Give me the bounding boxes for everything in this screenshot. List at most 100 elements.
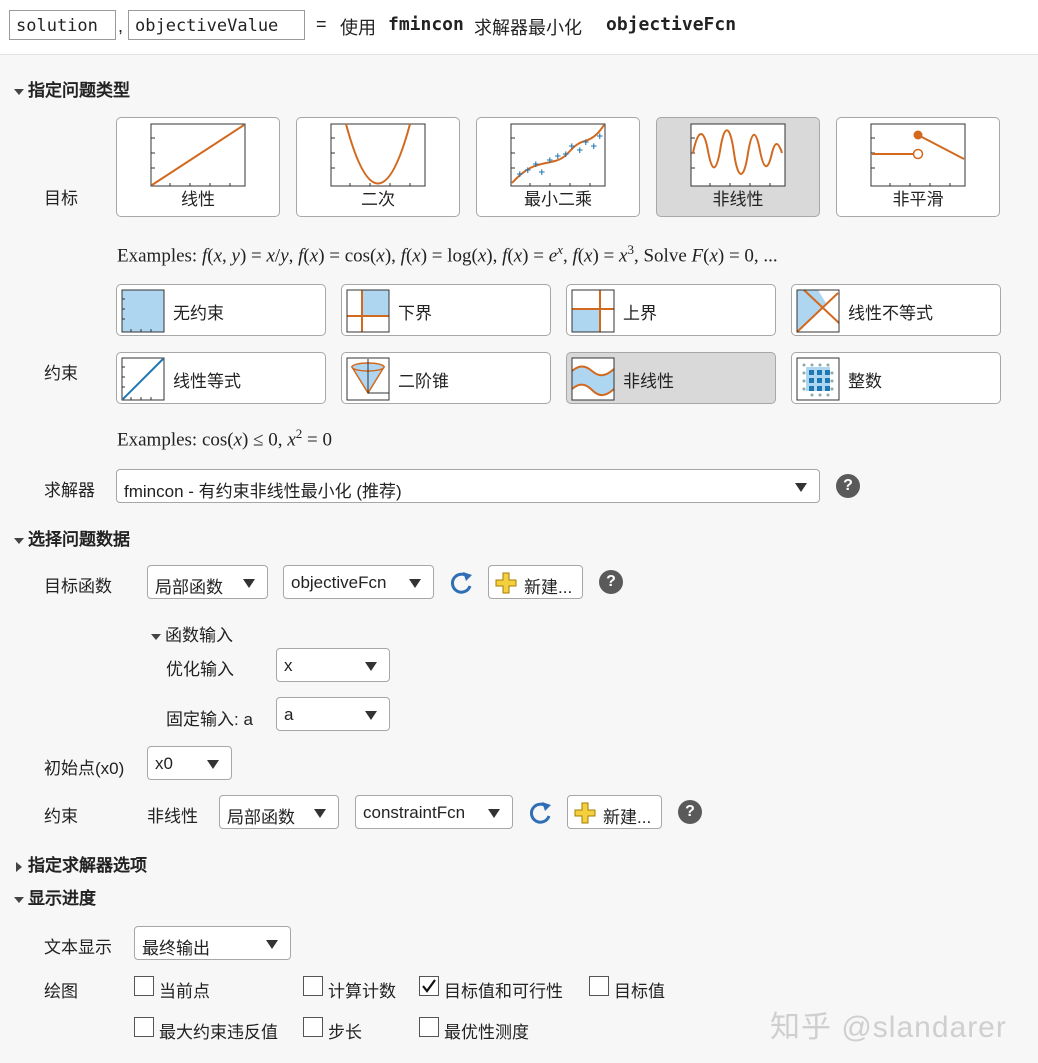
constraint-type-lower-bound[interactable]: 下界 (341, 284, 551, 336)
section-title: 选择问题数据 (28, 530, 130, 549)
examples-prefix: Examples: (117, 245, 198, 267)
constraint-type-nonlinear[interactable]: 非线性 (566, 352, 776, 404)
solver-dropdown[interactable]: fmincon - 有约束非线性最小化 (推荐) (116, 469, 820, 503)
section-problem-data[interactable]: 选择问题数据 (14, 525, 130, 550)
solver-label: 求解器 (44, 481, 95, 500)
objective-type-label: 线性 (181, 190, 215, 209)
nonlinear-constraint-icon (571, 357, 615, 401)
objective-type-quadratic[interactable]: 二次 (296, 117, 460, 217)
objective-examples: Examples: f(x, y) = x/y, f(x) = cos(x), … (117, 242, 778, 267)
objective-type-least-squares[interactable]: + + + + + + + + + + + + 最小二乘 (476, 117, 640, 217)
fixed-input-label: 固定输入: a (166, 710, 253, 729)
constraint-type-integer[interactable]: 整数 (791, 352, 1001, 404)
constraint-type-label: 非线性 (623, 372, 674, 391)
constraint-type-upper-bound[interactable]: 上界 (566, 284, 776, 336)
constraint-type-label: 上界 (623, 304, 657, 323)
chevron-down-icon (314, 809, 326, 818)
plot-checkbox[interactable] (134, 1017, 154, 1037)
second-order-cone-icon (346, 357, 390, 401)
constraint-source-dropdown[interactable]: 局部函数 (219, 795, 339, 829)
text-display-dropdown[interactable]: 最终输出 (134, 926, 291, 960)
section-display-progress[interactable]: 显示进度 (14, 884, 96, 909)
constraint-fcn-value: constraintFcn (363, 803, 466, 822)
solver-value: fmincon - 有约束非线性最小化 (推荐) (124, 482, 402, 501)
svg-text:+: + (568, 142, 576, 152)
objective-source-value: 局部函数 (155, 578, 223, 597)
output-variable-objective-value[interactable]: objectiveValue (128, 10, 305, 40)
objective-type-linear[interactable]: 线性 (116, 117, 280, 217)
plot-checkbox-label: 最大约束违反值 (159, 1023, 278, 1042)
header-solver-name: fmincon (388, 14, 464, 35)
fixed-input-value: a (284, 705, 294, 724)
header-objective-fcn: objectiveFcn (606, 14, 737, 35)
plot-checkbox[interactable] (303, 976, 323, 996)
constraint-type-unconstrained[interactable]: 无约束 (116, 284, 326, 336)
help-icon[interactable]: ? (836, 474, 860, 498)
examples-prefix: Examples: (117, 429, 198, 451)
chevron-down-icon (243, 579, 255, 588)
linear-plot-icon (150, 123, 246, 187)
section-solver-options[interactable]: 指定求解器选项 (16, 851, 147, 876)
initial-point-value: x0 (155, 754, 173, 773)
svg-text:+: + (516, 170, 524, 180)
constraint-fcn-dropdown[interactable]: constraintFcn (355, 795, 513, 829)
fcn-inputs-toggle[interactable]: 函数输入 (151, 621, 233, 646)
objective-fcn-dropdown[interactable]: objectiveFcn (283, 565, 434, 599)
objective-label: 目标 (44, 189, 78, 208)
constraint-type-linear-inequality[interactable]: 线性不等式 (791, 284, 1001, 336)
chevron-down-icon (266, 940, 278, 949)
opt-input-label: 优化输入 (166, 660, 234, 679)
plot-checkbox-checked[interactable] (419, 976, 439, 996)
objective-source-dropdown[interactable]: 局部函数 (147, 565, 268, 599)
plot-checkbox[interactable] (419, 1017, 439, 1037)
refresh-icon[interactable] (526, 799, 554, 827)
svg-text:+: + (596, 132, 604, 142)
nonsmooth-plot-icon (870, 123, 966, 187)
objective-type-nonlinear[interactable]: 非线性 (656, 117, 820, 217)
constraint-type-label: 线性不等式 (848, 304, 933, 323)
constraint-type-label: 线性等式 (173, 372, 241, 391)
opt-input-dropdown[interactable]: x (276, 648, 390, 682)
plus-icon (574, 802, 596, 824)
initial-point-dropdown[interactable]: x0 (147, 746, 232, 780)
constraint-source-value: 局部函数 (227, 808, 295, 827)
refresh-icon[interactable] (447, 569, 475, 597)
new-objective-fcn-button[interactable]: 新建... (488, 565, 583, 599)
opt-input-value: x (284, 656, 293, 675)
new-constraint-fcn-button[interactable]: 新建... (567, 795, 662, 829)
plot-checkbox[interactable] (589, 976, 609, 996)
constraint-type-label: 整数 (848, 372, 882, 391)
objective-fcn-label: 目标函数 (44, 577, 112, 596)
integer-grid-icon (796, 357, 840, 401)
section-problem-type[interactable]: 指定问题类型 (14, 76, 130, 101)
svg-text:+: + (538, 168, 546, 178)
help-icon[interactable]: ? (599, 570, 623, 594)
output-variable-solution[interactable]: solution (9, 10, 116, 40)
lower-bound-icon (346, 289, 390, 333)
plot-checkbox[interactable] (303, 1017, 323, 1037)
constraint-type-label: 下界 (398, 304, 432, 323)
plot-checkbox-label: 目标值 (614, 982, 665, 1001)
header-minimize-text: 求解器最小化 (474, 18, 582, 38)
chevron-down-icon (409, 579, 421, 588)
linear-equality-icon (121, 357, 165, 401)
help-icon[interactable]: ? (678, 800, 702, 824)
chevron-down-icon (488, 809, 500, 818)
plot-checkbox-label: 目标值和可行性 (444, 982, 563, 1001)
plot-label: 绘图 (44, 982, 78, 1001)
chevron-down-icon (795, 483, 807, 492)
constraint-type-second-order-cone[interactable]: 二阶锥 (341, 352, 551, 404)
constraint-examples: Examples: cos(x) ≤ 0, x2 = 0 (117, 426, 332, 451)
svg-text:+: + (590, 142, 598, 152)
constraint-type-linear-equality[interactable]: 线性等式 (116, 352, 326, 404)
fixed-input-dropdown[interactable]: a (276, 697, 390, 731)
plot-checkbox[interactable] (134, 976, 154, 996)
svg-text:+: + (546, 156, 554, 166)
svg-text:+: + (582, 138, 590, 148)
objective-type-nonsmooth[interactable]: 非平滑 (836, 117, 1000, 217)
chevron-down-icon (365, 662, 377, 671)
svg-text:+: + (554, 152, 562, 162)
output-separator: , (118, 16, 124, 36)
chevron-down-icon (207, 760, 219, 769)
constraint-label: 约束 (44, 364, 78, 383)
